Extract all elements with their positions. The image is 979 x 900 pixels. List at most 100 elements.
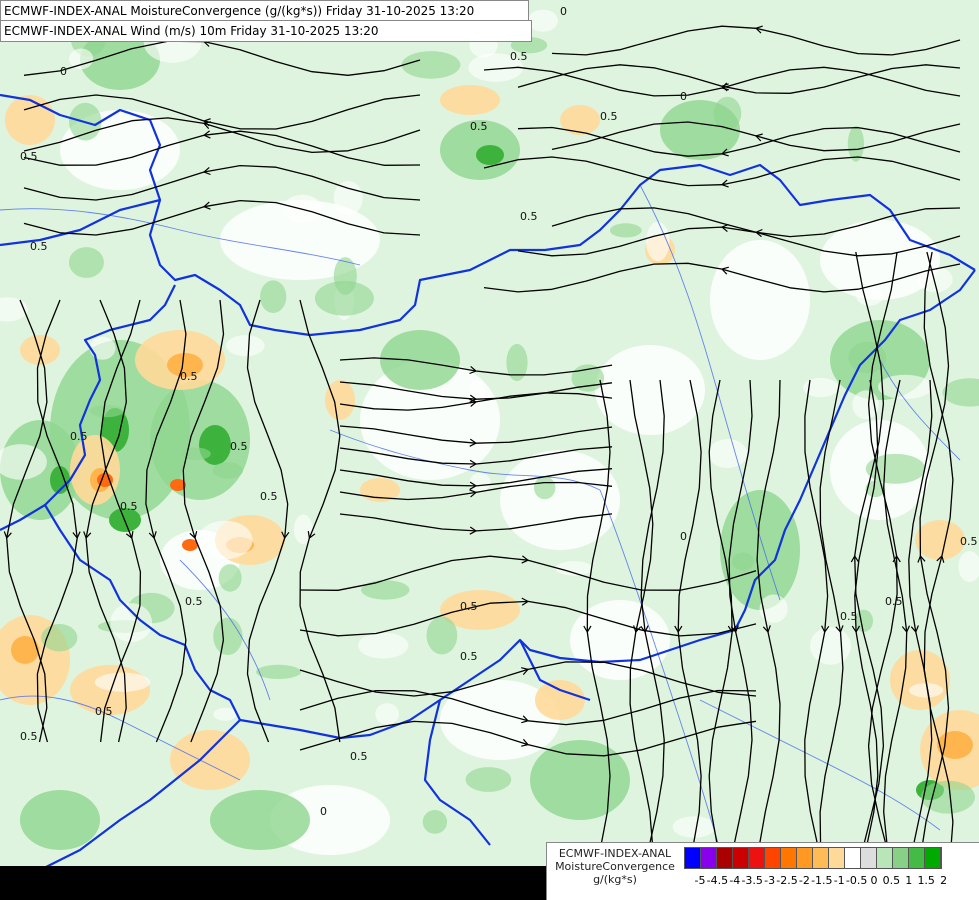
legend-tick-labels: -5 -4.5 -4 -3.5 -3 -2.5 -2 -1.5 -1 -0.5 0 0.5 1 1.5 2 <box>684 874 974 888</box>
legend-swatch <box>717 848 733 868</box>
contour-label: 0.5 <box>510 50 528 63</box>
field-patch <box>218 564 242 592</box>
legend-parameter: MoistureConvergence <box>555 860 675 873</box>
contour-label: 0.5 <box>600 110 618 123</box>
legend-swatch <box>749 848 765 868</box>
field-patch <box>506 343 528 382</box>
contour-label: 0.5 <box>520 210 538 223</box>
field-patch <box>847 126 865 162</box>
field-patch <box>375 703 399 725</box>
weather-map[interactable]: 0.5 0.5 0.5 0 0.5 0.5 0.5 0.5 0.5 0.5 0.5 0.5 0 0.5 0.… <box>0 0 979 900</box>
moisture-convergence-field <box>0 0 979 900</box>
legend-swatch <box>909 848 925 868</box>
field-patch <box>527 9 559 32</box>
field-patch <box>213 707 237 721</box>
legend-swatch <box>765 848 781 868</box>
contour-label: 0.5 <box>20 150 38 163</box>
field-patch <box>468 379 485 409</box>
field-patch <box>89 405 124 418</box>
contour-label: 0.5 <box>230 440 248 453</box>
field-divergence-area <box>915 520 965 560</box>
field-convergence-area <box>530 740 630 820</box>
legend-swatch <box>701 848 717 868</box>
map-view[interactable]: 0.5 0.5 0.5 0 0.5 0.5 0.5 0.5 0.5 0.5 0.5 0.5 0 0.5 0.… <box>0 0 979 900</box>
legend-swatch <box>813 848 829 868</box>
field-divergence-area <box>560 105 600 135</box>
field-zero-area <box>710 240 810 360</box>
contour-label: 0 <box>680 530 687 543</box>
legend-swatch <box>861 848 877 868</box>
field-patch <box>422 810 448 834</box>
field-patch <box>856 286 884 306</box>
legend-tick-label: 1.5 <box>917 874 935 887</box>
field-patch <box>256 664 301 680</box>
field-zero-area <box>570 600 670 680</box>
field-patch <box>810 627 851 665</box>
field-patch <box>469 472 491 492</box>
legend-color-bar <box>684 847 942 869</box>
field-patch <box>89 336 116 360</box>
legend-tick-label: -5 <box>694 874 706 887</box>
field-patch <box>878 374 933 400</box>
legend-swatch <box>685 848 701 868</box>
field-patch <box>646 221 670 262</box>
legend-tick-label: -3.5 <box>741 874 763 887</box>
legend-tick-label: -1 <box>833 874 845 887</box>
contour-label: 0.5 <box>70 430 88 443</box>
field-patch <box>260 280 287 314</box>
field-patch <box>708 439 748 468</box>
field-divergence-area <box>535 680 585 720</box>
legend-tick-label: -4 <box>729 874 741 887</box>
contour-label: 0 <box>680 90 687 103</box>
field-patch <box>69 48 94 70</box>
field-patch <box>732 552 754 571</box>
title-moisture-convergence: ECMWF-INDEX-ANAL MoistureConvergence (g/… <box>0 0 529 22</box>
field-patch <box>361 580 410 600</box>
legend-swatch <box>877 848 893 868</box>
field-patch <box>212 462 243 479</box>
legend-unit: g/(kg*s) <box>593 873 637 886</box>
field-patch <box>226 335 265 357</box>
contour-label: 0 <box>560 5 567 18</box>
contour-label: 0.5 <box>350 750 368 763</box>
legend-tick-label: -1.5 <box>811 874 833 887</box>
legend-tick-label: -3 <box>764 874 776 887</box>
field-patch <box>713 96 742 131</box>
contour-label: 0.5 <box>960 535 978 548</box>
contour-label: 0.5 <box>470 120 488 133</box>
contour-label: 0.5 <box>840 610 858 623</box>
legend-tick-label: 0.5 <box>882 874 901 887</box>
legend-title: ECMWF-INDEX-ANAL MoistureConvergence g/(… <box>551 847 679 886</box>
field-patch <box>197 520 253 560</box>
title-wind: ECMWF-INDEX-ANAL Wind (m/s) 10m Friday 3… <box>0 20 532 42</box>
legend-tick-label: 2 <box>940 874 948 887</box>
contour-label: 0.5 <box>460 600 478 613</box>
legend-swatch <box>781 848 797 868</box>
field-patch <box>333 181 363 216</box>
contour-label: 0.5 <box>885 595 903 608</box>
field-convergence-area <box>380 330 460 390</box>
field-patch <box>213 617 243 655</box>
contour-label: 0.5 <box>260 490 278 503</box>
contour-label: 0.5 <box>120 500 138 513</box>
legend-swatch <box>733 848 749 868</box>
field-patch <box>401 51 461 79</box>
legend-tick-label: -4.5 <box>706 874 729 887</box>
contour-label: 0.5 <box>30 240 48 253</box>
field-divergence-area <box>890 650 950 710</box>
field-patch <box>358 632 409 659</box>
legend-swatch <box>829 848 845 868</box>
field-patch <box>672 816 716 838</box>
field-patch <box>293 514 313 545</box>
legend-swatch <box>893 848 909 868</box>
field-patch <box>94 672 151 692</box>
legend-model: ECMWF-INDEX-ANAL <box>558 847 672 860</box>
field-patch <box>426 616 458 655</box>
contour-label: 0.5 <box>95 705 113 718</box>
contour-label: 0.5 <box>460 650 478 663</box>
legend-swatch <box>845 848 861 868</box>
field-convergence-area <box>20 790 100 850</box>
legend-tick-label: 1 <box>905 874 913 887</box>
contour-label: 0.5 <box>180 370 198 383</box>
field-patch <box>534 476 556 500</box>
